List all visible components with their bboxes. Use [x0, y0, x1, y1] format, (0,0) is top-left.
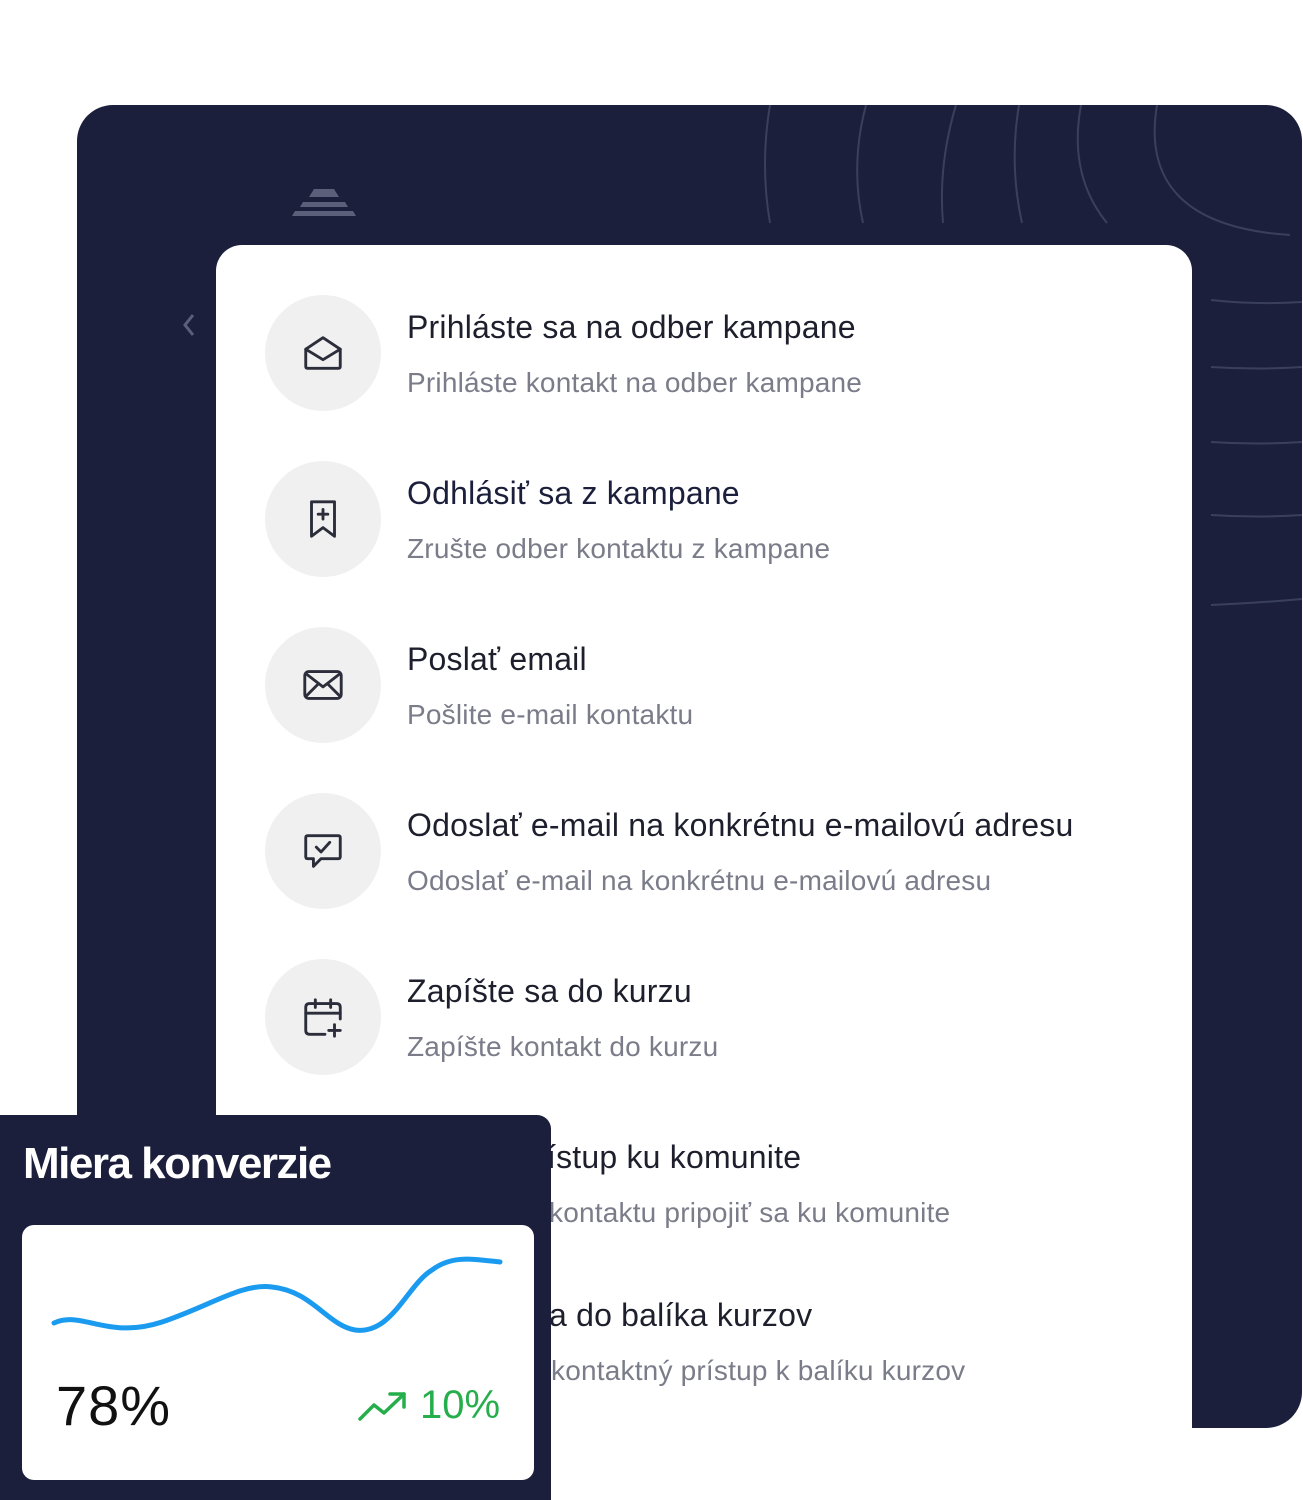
action-icon-bg	[265, 461, 381, 577]
message-check-icon	[304, 834, 342, 868]
action-title: a do balíka kurzov	[549, 1297, 813, 1333]
conversion-rate-widget: Miera konverzie 78% 10%	[0, 1115, 551, 1500]
action-item-unsubscribe-campaign[interactable]: Odhlásiť sa z kampane Zrušte odber konta…	[216, 461, 1192, 591]
stack-icon	[292, 189, 356, 216]
action-description: Pošlite e-mail kontaktu	[407, 699, 694, 730]
bookmark-plus-icon	[310, 500, 336, 538]
action-title: ístup ku komunite	[547, 1139, 802, 1175]
action-item-enroll-course[interactable]: Zapíšte sa do kurzu Zapíšte kontakt do k…	[216, 959, 1192, 1089]
trend-up-icon	[358, 1392, 406, 1421]
action-description: kontaktu pripojiť sa ku komunite	[549, 1197, 951, 1228]
action-icon-bg	[265, 627, 381, 743]
action-title: Prihláste sa na odber kampane	[407, 309, 856, 345]
envelope-icon	[303, 670, 343, 700]
action-icon-bg	[265, 793, 381, 909]
envelope-open-icon	[304, 336, 342, 370]
calendar-plus-icon	[304, 998, 342, 1038]
action-icon-bg	[265, 295, 381, 411]
action-title: Zapíšte sa do kurzu	[407, 973, 692, 1009]
action-icon-bg	[265, 959, 381, 1075]
conversion-title: Miera konverzie	[23, 1139, 332, 1188]
conversion-value: 78%	[56, 1374, 172, 1437]
chevron-left-icon	[183, 314, 195, 336]
action-title: Odhlásiť sa z kampane	[407, 475, 740, 511]
conversion-sparkline	[51, 1256, 503, 1333]
conversion-change: 10%	[420, 1383, 501, 1427]
action-description: Prihláste kontakt na odber kampane	[407, 367, 863, 398]
action-title: Poslať email	[407, 641, 587, 677]
action-title: Odoslať e-mail na konkrétnu e-mailovú ad…	[407, 807, 1074, 843]
action-description: kontaktný prístup k balíku kurzov	[551, 1355, 966, 1386]
action-item-send-email[interactable]: Poslať email Pošlite e-mail kontaktu	[216, 627, 1192, 757]
action-item-send-email-specific[interactable]: Odoslať e-mail na konkrétnu e-mailovú ad…	[216, 793, 1192, 923]
action-description: Odoslať e-mail na konkrétnu e-mailovú ad…	[407, 865, 992, 896]
conversion-card: 78% 10%	[22, 1225, 534, 1480]
action-description: Zapíšte kontakt do kurzu	[407, 1031, 719, 1062]
action-item-subscribe-campaign[interactable]: Prihláste sa na odber kampane Prihláste …	[216, 295, 1192, 425]
action-description: Zrušte odber kontaktu z kampane	[407, 533, 831, 564]
